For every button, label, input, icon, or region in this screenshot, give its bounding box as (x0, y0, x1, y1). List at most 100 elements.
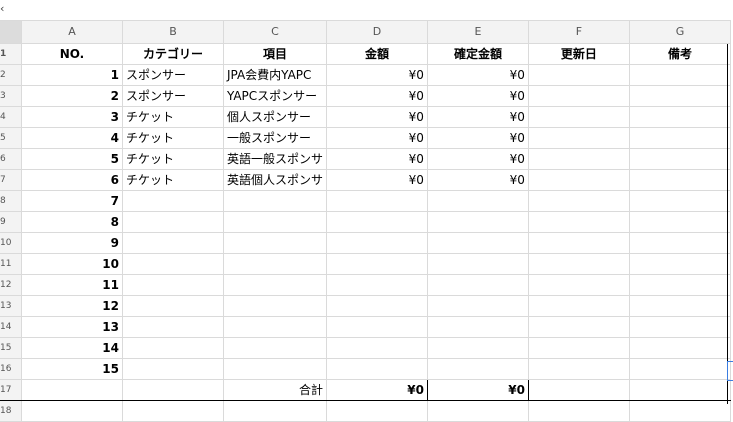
cell-item[interactable] (222, 211, 327, 233)
cell-notes[interactable] (628, 106, 732, 128)
cell-item[interactable] (222, 358, 327, 380)
row-number[interactable]: 2 (0, 64, 22, 86)
cell-notes[interactable] (628, 316, 732, 338)
cell-amount[interactable] (325, 211, 428, 233)
cell-no[interactable]: 2 (20, 85, 123, 107)
column-header-c[interactable]: C (222, 20, 327, 44)
cell-amount[interactable] (325, 190, 428, 212)
cell-item[interactable] (222, 295, 327, 317)
row-number[interactable]: 16 (0, 358, 22, 380)
row-number[interactable]: 9 (0, 211, 22, 233)
cell-amount[interactable] (325, 358, 428, 380)
cell-category[interactable]: チケット (121, 106, 224, 128)
cell-confirmed-amount[interactable]: ¥0 (426, 127, 529, 149)
row-number[interactable]: 3 (0, 85, 22, 107)
cell-confirmed-amount[interactable] (426, 274, 529, 296)
cell-item[interactable] (222, 274, 327, 296)
cell-amount[interactable]: ¥0 (325, 106, 428, 128)
cell-no[interactable]: 4 (20, 127, 123, 149)
cell-amount[interactable]: ¥0 (325, 127, 428, 149)
cell-notes[interactable] (628, 85, 732, 107)
row-number[interactable]: 4 (0, 106, 22, 128)
cell-confirmed-amount[interactable] (426, 295, 529, 317)
cell-updated-date[interactable] (527, 169, 630, 191)
cell-confirmed-amount[interactable] (426, 253, 529, 275)
cell-empty[interactable] (20, 379, 123, 401)
cell-no[interactable]: 7 (20, 190, 123, 212)
cell-no[interactable]: 6 (20, 169, 123, 191)
cell-updated-date[interactable] (527, 316, 630, 338)
cell-notes[interactable] (628, 253, 732, 275)
select-all-corner[interactable] (0, 20, 22, 44)
cell-empty[interactable] (527, 379, 630, 401)
cell-item[interactable] (222, 316, 327, 338)
cell-no[interactable]: 15 (20, 358, 123, 380)
cell-updated-date[interactable] (527, 295, 630, 317)
cell-category[interactable] (121, 232, 224, 254)
cell-category[interactable] (121, 274, 224, 296)
cell-updated-date[interactable] (527, 127, 630, 149)
cell-empty[interactable] (121, 379, 224, 401)
column-header-f[interactable]: F (527, 20, 630, 44)
cell-no[interactable]: 1 (20, 64, 123, 86)
cell-item[interactable] (222, 190, 327, 212)
row-number[interactable]: 15 (0, 337, 22, 359)
cell-updated-date[interactable] (527, 211, 630, 233)
cell-confirmed-amount[interactable] (426, 358, 529, 380)
cell-confirmed-amount[interactable]: ¥0 (426, 85, 529, 107)
cell-notes[interactable] (628, 148, 732, 170)
cell-no[interactable]: 14 (20, 337, 123, 359)
row-number[interactable]: 14 (0, 316, 22, 338)
row-number[interactable]: 1 (0, 43, 22, 65)
cell-updated-date[interactable] (527, 358, 630, 380)
cell-category[interactable]: チケット (121, 169, 224, 191)
row-number[interactable]: 7 (0, 169, 22, 191)
row-number[interactable]: 12 (0, 274, 22, 296)
cell-no[interactable]: 13 (20, 316, 123, 338)
cell-amount[interactable] (325, 337, 428, 359)
cell-confirmed-amount[interactable]: ¥0 (426, 64, 529, 86)
cell-empty[interactable] (20, 400, 123, 422)
cell-updated-date[interactable] (527, 64, 630, 86)
cell-no[interactable]: 12 (20, 295, 123, 317)
cell-item[interactable] (222, 253, 327, 275)
cell-empty[interactable] (222, 400, 327, 422)
cell-empty[interactable] (527, 400, 630, 422)
cell-category[interactable]: スポンサー (121, 64, 224, 86)
cell-amount[interactable] (325, 232, 428, 254)
cell-amount[interactable]: ¥0 (325, 85, 428, 107)
cell-notes[interactable] (628, 274, 732, 296)
cell-confirmed-amount[interactable]: ¥0 (426, 169, 529, 191)
cell-item[interactable]: JPA会費内YAPC (222, 64, 327, 86)
cell-empty[interactable] (628, 379, 732, 401)
cell-amount[interactable]: ¥0 (325, 64, 428, 86)
cell-no[interactable]: 3 (20, 106, 123, 128)
row-number[interactable]: 6 (0, 148, 22, 170)
header-category[interactable]: カテゴリー (121, 43, 224, 65)
column-header-a[interactable]: A (20, 20, 123, 44)
cell-notes[interactable] (628, 358, 732, 380)
cell-confirmed-amount[interactable]: ¥0 (426, 148, 529, 170)
cell-empty[interactable] (426, 400, 529, 422)
header-notes[interactable]: 備考 (628, 43, 732, 65)
cell-confirmed-amount[interactable] (426, 232, 529, 254)
row-number[interactable]: 13 (0, 295, 22, 317)
row-number[interactable]: 5 (0, 127, 22, 149)
row-number[interactable]: 17 (0, 379, 22, 401)
cell-category[interactable] (121, 253, 224, 275)
cell-category[interactable]: チケット (121, 148, 224, 170)
cell-notes[interactable] (628, 337, 732, 359)
cell-category[interactable]: スポンサー (121, 85, 224, 107)
cell-empty[interactable] (628, 400, 732, 422)
row-number[interactable]: 8 (0, 190, 22, 212)
cell-amount[interactable] (325, 295, 428, 317)
total-label[interactable]: 合計 (222, 379, 327, 401)
cell-amount[interactable] (325, 253, 428, 275)
cell-confirmed-amount[interactable] (426, 337, 529, 359)
column-header-e[interactable]: E (426, 20, 529, 44)
cell-amount[interactable] (325, 316, 428, 338)
cell-updated-date[interactable] (527, 190, 630, 212)
cell-notes[interactable] (628, 190, 732, 212)
cell-category[interactable] (121, 358, 224, 380)
header-confirmed-amount[interactable]: 確定金額 (426, 43, 529, 65)
